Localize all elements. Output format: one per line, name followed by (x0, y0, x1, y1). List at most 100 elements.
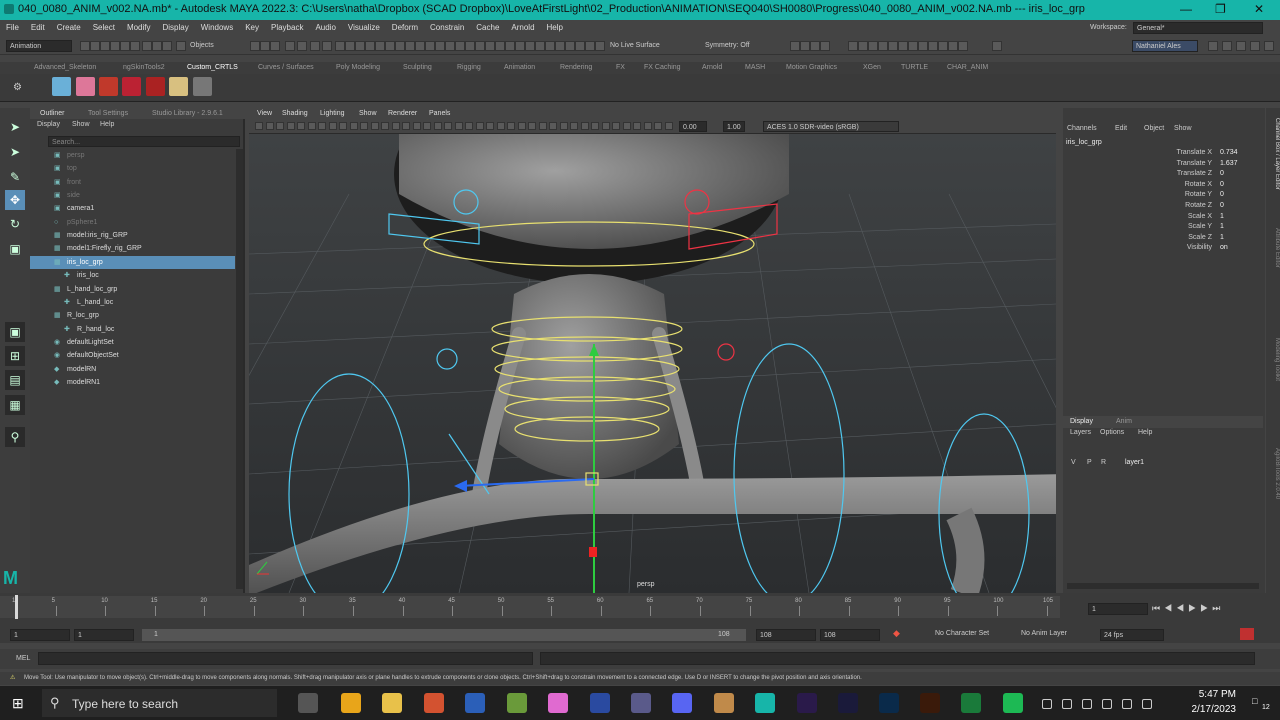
layer-menu-layers[interactable]: Layers (1070, 429, 1091, 436)
status-tool-button[interactable] (918, 41, 928, 51)
status-tool-button[interactable] (565, 41, 575, 51)
status-tool-button[interactable] (1264, 41, 1274, 51)
status-tool-button[interactable] (152, 41, 162, 51)
colorspace-select[interactable]: ACES 1.0 SDR-video (sRGB) (763, 121, 899, 132)
status-tool-button[interactable] (385, 41, 395, 51)
system-tray-icon[interactable] (1102, 699, 1112, 709)
outliner-item[interactable]: ✚ L_hand_loc (30, 296, 235, 309)
menu-visualize[interactable]: Visualize (342, 20, 386, 32)
symmetry-label[interactable]: Symmetry: Off (705, 42, 750, 49)
anim-layer-label[interactable]: No Anim Layer (1021, 630, 1067, 637)
tab-tool-settings[interactable]: Tool Settings (88, 110, 128, 117)
channel-row[interactable]: Scale X 1 (1063, 212, 1258, 222)
channel-menu-show[interactable]: Show (1174, 125, 1192, 132)
chrome-icon[interactable] (341, 693, 361, 713)
viewport-tool-button[interactable] (591, 122, 599, 130)
viewport-tool-button[interactable] (433, 122, 442, 130)
viewport-tool-button[interactable] (654, 122, 662, 130)
shelf-picker2[interactable] (99, 77, 118, 96)
status-tool-button[interactable] (485, 41, 495, 51)
layer-scrollbar[interactable] (1067, 583, 1259, 589)
outliner-item[interactable]: ◆ modelRN1 (30, 376, 235, 389)
channel-value[interactable]: 0 (1220, 190, 1224, 200)
menu-set-select[interactable]: Animation (6, 40, 72, 52)
shelf-tab-fx-caching[interactable]: FX Caching (644, 64, 681, 71)
status-tool-button[interactable] (495, 41, 505, 51)
premiere-icon[interactable] (797, 693, 817, 713)
status-tool-button[interactable] (250, 41, 260, 51)
shelf-tab-ngskintools2[interactable]: ngSkinTools2 (123, 64, 165, 71)
channel-menu-channels[interactable]: Channels (1067, 125, 1097, 132)
side-tab[interactable]: Modeling Toolkit (1266, 338, 1280, 438)
viewport-tool-button[interactable] (255, 122, 263, 130)
viewport-tool-button[interactable] (360, 122, 368, 130)
channel-row[interactable]: Translate Y 1.637 (1063, 159, 1258, 169)
outliner-item[interactable]: ▦ L_hand_loc_grp (30, 283, 235, 296)
lasso-tool-icon[interactable]: ➤ (5, 142, 25, 162)
channel-value[interactable]: 0.734 (1220, 148, 1238, 158)
shelf-tab-motion-graphics[interactable]: Motion Graphics (786, 64, 837, 71)
status-tool-button[interactable] (335, 41, 345, 51)
status-tool-button[interactable] (395, 41, 405, 51)
viewport-menu-lighting[interactable]: Lighting (320, 110, 345, 117)
status-tool-button[interactable] (415, 41, 425, 51)
status-tool-button[interactable] (80, 41, 90, 51)
shelf-tab-rendering[interactable]: Rendering (560, 64, 592, 71)
status-tool-button[interactable] (595, 41, 605, 51)
channel-row[interactable]: Scale Z 1 (1063, 233, 1258, 243)
time-slider[interactable]: 1 5 10 15 20 25 30 35 40 45 50 55 60 65 70 75 80 85 90 95 10… (0, 593, 1280, 625)
layer-row[interactable]: V P R layer1 (1063, 458, 1263, 470)
status-tool-button[interactable] (820, 41, 830, 51)
start-time-field[interactable]: 1 (10, 629, 70, 641)
taskbar-search[interactable]: ⚲ Type here to search (42, 689, 277, 717)
playback-controls[interactable]: ⏮◀◀▶▶⏭ (1152, 603, 1224, 614)
channel-value[interactable]: 0 (1220, 180, 1224, 190)
status-tool-button[interactable] (465, 41, 475, 51)
menu-cache[interactable]: Cache (470, 20, 505, 32)
illustrator-icon[interactable] (920, 693, 940, 713)
channel-menu-edit[interactable]: Edit (1115, 125, 1127, 132)
gear-icon[interactable]: ⚙ (13, 82, 22, 93)
minecraft-icon[interactable] (507, 693, 527, 713)
menu-deform[interactable]: Deform (386, 20, 424, 32)
range-bar[interactable]: 1 108 (142, 629, 746, 641)
status-tool-button[interactable] (810, 41, 820, 51)
status-tool-button[interactable] (297, 41, 307, 51)
user-account[interactable]: Nathaniel Ales (1132, 40, 1198, 52)
channel-row[interactable]: Rotate X 0 (1063, 180, 1258, 190)
viewport-tool-button[interactable] (265, 122, 274, 130)
menu-constrain[interactable]: Constrain (424, 20, 470, 32)
viewport-tool-button[interactable] (297, 122, 305, 130)
status-tool-button[interactable] (938, 41, 948, 51)
viewport-tool-button[interactable] (412, 122, 421, 130)
channel-value[interactable]: 1.637 (1220, 159, 1238, 169)
outliner-item[interactable]: ▦ iris_loc_grp (30, 255, 235, 269)
character-app-icon[interactable] (714, 693, 734, 713)
shelf-tab-poly-modeling[interactable]: Poly Modeling (336, 64, 380, 71)
davinci-resolve-icon[interactable] (631, 693, 651, 713)
channel-row[interactable]: Rotate Z 0 (1063, 201, 1258, 211)
viewport-tool-button[interactable] (276, 122, 284, 130)
status-tool-button[interactable] (515, 41, 525, 51)
status-tool-button[interactable] (445, 41, 455, 51)
search-icon[interactable]: ⚲ (5, 427, 25, 447)
outliner-item[interactable]: ▦ model1:Firefly_rig_GRP (30, 242, 235, 255)
outliner-menu-help[interactable]: Help (100, 121, 114, 128)
channel-value[interactable]: 0 (1220, 201, 1224, 211)
status-tool-button[interactable] (555, 41, 565, 51)
animate-icon[interactable] (838, 693, 858, 713)
channel-row[interactable]: Rotate Y 0 (1063, 190, 1258, 200)
menu-modify[interactable]: Modify (121, 20, 157, 32)
status-tool-button[interactable] (260, 41, 270, 51)
layer-name[interactable]: layer1 (1125, 459, 1144, 466)
file-explorer-icon[interactable] (382, 693, 402, 713)
shelf-maya-icon[interactable] (193, 77, 212, 96)
menu-playback[interactable]: Playback (265, 20, 309, 32)
shelf-tab-turtle[interactable]: TURTLE (901, 64, 928, 71)
menu-select[interactable]: Select (87, 20, 121, 32)
status-tool-button[interactable] (888, 41, 898, 51)
status-tool-button[interactable] (375, 41, 385, 51)
selection-mode-label[interactable]: Objects (190, 42, 214, 49)
outliner-item[interactable]: ▣ persp (30, 149, 235, 162)
viewport-tool-button[interactable] (570, 122, 578, 130)
